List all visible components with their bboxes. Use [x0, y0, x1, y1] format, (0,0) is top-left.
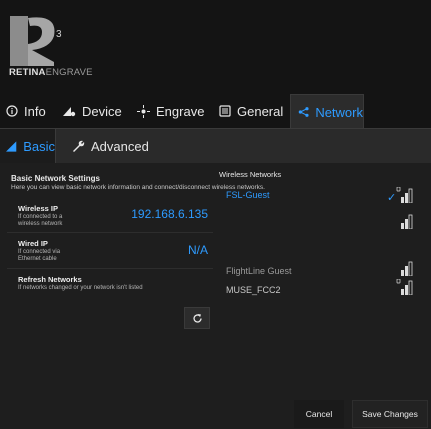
tab-engrave[interactable]: Engrave	[137, 94, 204, 128]
tab-network-label: Network	[315, 104, 363, 120]
divider	[7, 232, 213, 233]
tab-info[interactable]: Info	[6, 94, 46, 128]
tab-general[interactable]: General	[219, 94, 283, 128]
cancel-button[interactable]: Cancel	[294, 400, 344, 428]
basic-settings-content: Basic Network Settings Here you can view…	[0, 163, 431, 429]
retina-engrave-logo: 3	[8, 14, 68, 73]
tab-general-label: General	[237, 103, 284, 119]
wired-ip-title: Wired IP	[18, 239, 48, 248]
device-icon	[63, 107, 76, 117]
tab-device[interactable]: Device	[62, 94, 122, 128]
info-icon	[6, 105, 18, 117]
tab-engrave-label: Engrave	[156, 103, 205, 119]
wireless-ip-sub1: If connected to a	[18, 214, 63, 220]
logo-superscript: 3	[56, 29, 62, 40]
wifi-signal-icon	[401, 261, 413, 276]
tab-advanced[interactable]: Advanced	[72, 129, 149, 163]
general-icon	[219, 105, 231, 117]
wired-ip-value: N/A	[187, 243, 208, 257]
wired-ip-description: If connected via Ethernet cable	[18, 249, 108, 263]
wrench-icon	[73, 140, 85, 152]
save-changes-button[interactable]: Save Changes	[352, 400, 428, 428]
network-panel: Basic Advanced Basic Network Settings He…	[0, 128, 431, 429]
wireless-ip-sub2: wireless network	[18, 221, 63, 227]
tab-advanced-label: Advanced	[91, 138, 149, 154]
main-tab-bar: Info Device Engrave General Network	[0, 94, 431, 129]
tab-network[interactable]: Network	[290, 94, 364, 129]
basic-icon	[6, 140, 17, 152]
wireless-ip-description: If connected to a wireless network	[18, 214, 108, 228]
share-icon	[298, 107, 309, 117]
network-item-muse-fcc2[interactable]: MUSE_FCC2	[226, 285, 281, 295]
divider	[7, 268, 213, 269]
section-title: Basic Network Settings	[11, 174, 100, 183]
wired-ip-sub1: If connected via	[18, 249, 61, 255]
tab-basic[interactable]: Basic	[0, 129, 56, 163]
network-item-fsl-guest[interactable]: FSL-Guest	[226, 190, 270, 200]
engrave-icon	[137, 104, 150, 118]
wifi-signal-icon	[401, 214, 413, 229]
wired-ip-sub2: Ethernet cable	[18, 256, 57, 262]
tab-device-label: Device	[82, 103, 122, 119]
refresh-networks-description: If networks changed or your network isn'…	[18, 285, 143, 291]
tab-info-label: Info	[24, 103, 46, 119]
wifi-signal-icon	[396, 187, 413, 203]
wireless-ip-title: Wireless IP	[18, 204, 58, 213]
refresh-button[interactable]	[184, 307, 210, 329]
logo-brand-bold: RETINA	[9, 67, 46, 78]
network-item-flightline-guest[interactable]: FlightLine Guest	[226, 266, 292, 276]
logo-text: RETINAENGRAVE	[9, 67, 93, 78]
refresh-icon	[192, 313, 202, 323]
logo-brand-light: ENGRAVE	[45, 67, 93, 78]
wireless-ip-value: 192.168.6.135	[131, 207, 208, 221]
sub-tab-bar: Basic Advanced	[0, 129, 431, 163]
tab-basic-label: Basic	[23, 138, 55, 154]
refresh-networks-title: Refresh Networks	[18, 275, 82, 284]
wireless-networks-title: Wireless Networks	[219, 170, 282, 179]
connected-check-icon: ✓	[387, 192, 397, 204]
wifi-signal-icon	[396, 279, 413, 295]
